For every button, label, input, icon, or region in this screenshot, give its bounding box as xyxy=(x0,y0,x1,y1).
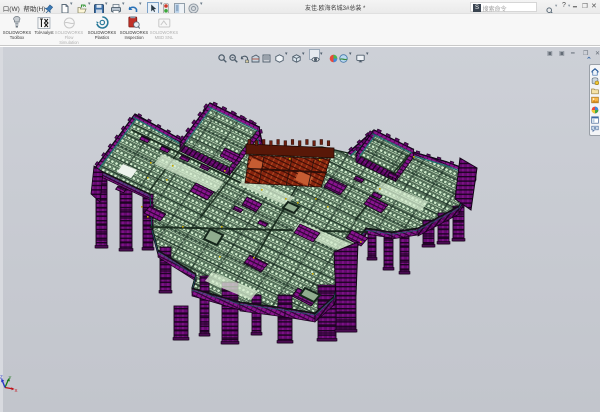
svg-text:X: X xyxy=(15,388,18,392)
svg-text:Z: Z xyxy=(0,375,3,380)
svg-text:Y: Y xyxy=(9,375,12,380)
